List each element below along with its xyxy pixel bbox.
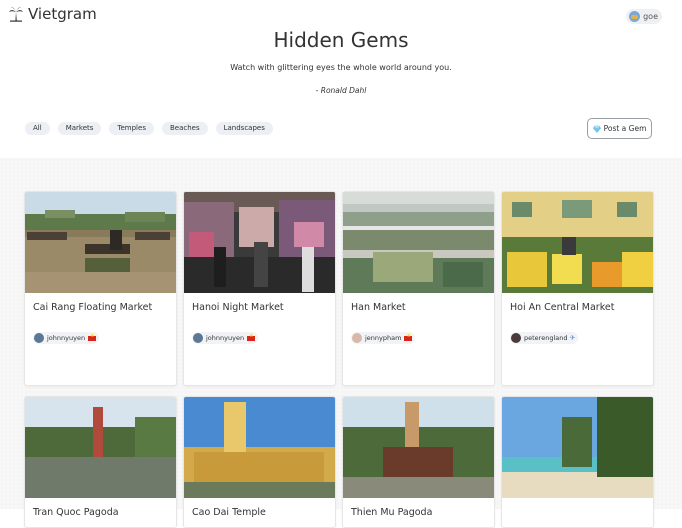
avatar (511, 333, 521, 343)
filter-chip-landscapes[interactable]: Landscapes (215, 122, 273, 135)
gem-card[interactable]: Thien Mu Pagoda (342, 396, 495, 528)
vietnam-flag-icon (404, 333, 413, 341)
vietnam-flag-icon (88, 333, 97, 341)
gem-card[interactable]: Cao Dai Temple (183, 396, 336, 528)
gem-card[interactable] (501, 396, 654, 528)
hero-quote: Watch with glittering eyes the whole wor… (230, 63, 452, 72)
avatar (352, 333, 362, 343)
palm-tree-icon (9, 7, 23, 22)
gem-photo (502, 192, 653, 293)
gem-title: Hoi An Central Market (510, 302, 615, 313)
gem-card[interactable]: Cai Rang Floating Market johnnyuyen (24, 191, 177, 386)
app-logo[interactable]: Vietgram (8, 5, 97, 23)
filter-chip-beaches[interactable]: Beaches (161, 122, 208, 135)
vietnam-flag-icon (247, 333, 256, 341)
category-filters: All Markets Temples Beaches Landscapes (25, 122, 281, 135)
gem-card[interactable]: Hanoi Night Market johnnyuyen (183, 191, 336, 386)
gem-photo (343, 192, 494, 293)
gem-title: Cai Rang Floating Market (33, 302, 153, 313)
gem-photo (343, 397, 494, 498)
page-header: Vietgram goe Hidden Gems Watch with glit… (0, 0, 682, 158)
gem-photo (184, 192, 335, 293)
gem-photo (184, 397, 335, 498)
gem-icon (592, 125, 601, 133)
page-title: Hidden Gems (273, 28, 409, 52)
gem-card[interactable]: Han Market jennypham (342, 191, 495, 386)
gem-title: Han Market (351, 302, 406, 313)
author-name: johnnyuyen (206, 334, 245, 342)
author-chip[interactable]: peterengland ✈ (510, 332, 579, 344)
user-name: goe (643, 12, 658, 21)
author-chip[interactable]: johnnyuyen (192, 332, 259, 344)
globe-avatar-icon (629, 11, 641, 22)
author-name: peterengland (524, 334, 568, 342)
filter-chip-temples[interactable]: Temples (109, 122, 154, 135)
user-menu-button[interactable]: goe (626, 9, 662, 24)
gem-photo (25, 397, 176, 498)
author-name: johnnyuyen (47, 334, 86, 342)
airplane-icon: ✈ (569, 334, 576, 342)
gem-card[interactable]: Hoi An Central Market peterengland ✈ (501, 191, 654, 386)
filter-chip-all[interactable]: All (25, 122, 50, 135)
filter-chip-markets[interactable]: Markets (57, 122, 102, 135)
gem-card[interactable]: Tran Quoc Pagoda (24, 396, 177, 528)
gem-photo (502, 397, 653, 498)
avatar (193, 333, 203, 343)
gem-title: Hanoi Night Market (192, 302, 284, 313)
gem-photo (25, 192, 176, 293)
post-gem-button[interactable]: Post a Gem (587, 118, 652, 139)
author-name: jennypham (365, 334, 402, 342)
app-name: Vietgram (28, 5, 97, 23)
avatar (34, 333, 44, 343)
hero-quote-author: - Ronald Dahl (315, 86, 367, 95)
post-gem-label: Post a Gem (603, 124, 647, 133)
author-chip[interactable]: johnnyuyen (33, 332, 100, 344)
author-chip[interactable]: jennypham (351, 332, 416, 344)
